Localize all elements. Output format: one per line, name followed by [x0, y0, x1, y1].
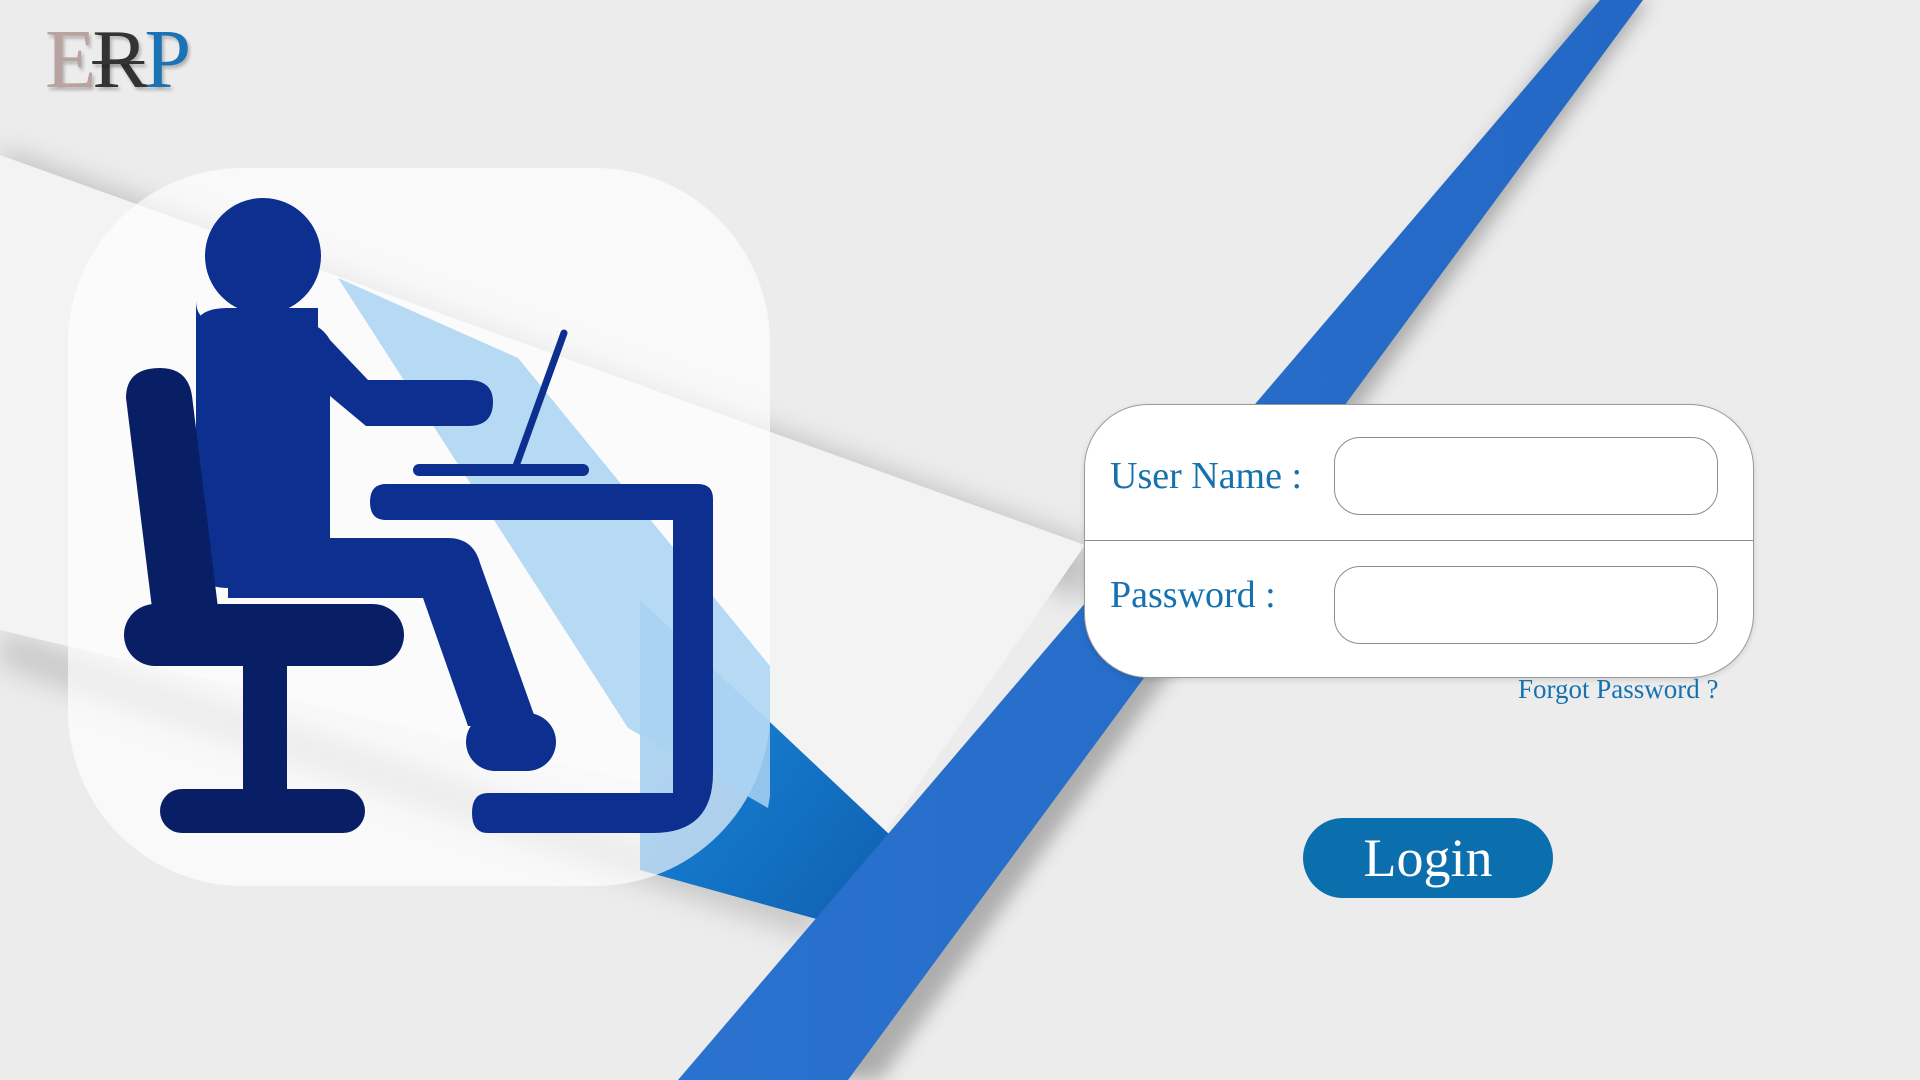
logo-letter-p: P — [144, 13, 191, 106]
password-label: Password : — [1110, 574, 1276, 616]
person-head — [205, 198, 321, 314]
person-foot — [466, 713, 556, 771]
erp-logo: ERP — [45, 18, 191, 102]
password-input[interactable] — [1334, 566, 1718, 644]
form-divider — [1085, 540, 1753, 541]
logo-letter-r: R — [92, 13, 148, 106]
chair-base — [160, 789, 365, 833]
logo-letter-e: E — [45, 13, 96, 106]
forgot-password-link[interactable]: Forgot Password ? — [1518, 674, 1719, 705]
person-at-desk-with-laptop-icon — [124, 198, 770, 833]
chair-seat — [124, 604, 404, 666]
chair-post — [243, 662, 287, 792]
login-form: User Name : Password : — [1084, 404, 1754, 678]
laptop-base — [413, 464, 589, 476]
login-button[interactable]: Login — [1303, 818, 1553, 898]
username-input[interactable] — [1334, 437, 1718, 515]
username-label: User Name : — [1110, 455, 1303, 497]
login-screen: ERP User Name : Password : Forgot Passwo… — [0, 0, 1920, 1080]
